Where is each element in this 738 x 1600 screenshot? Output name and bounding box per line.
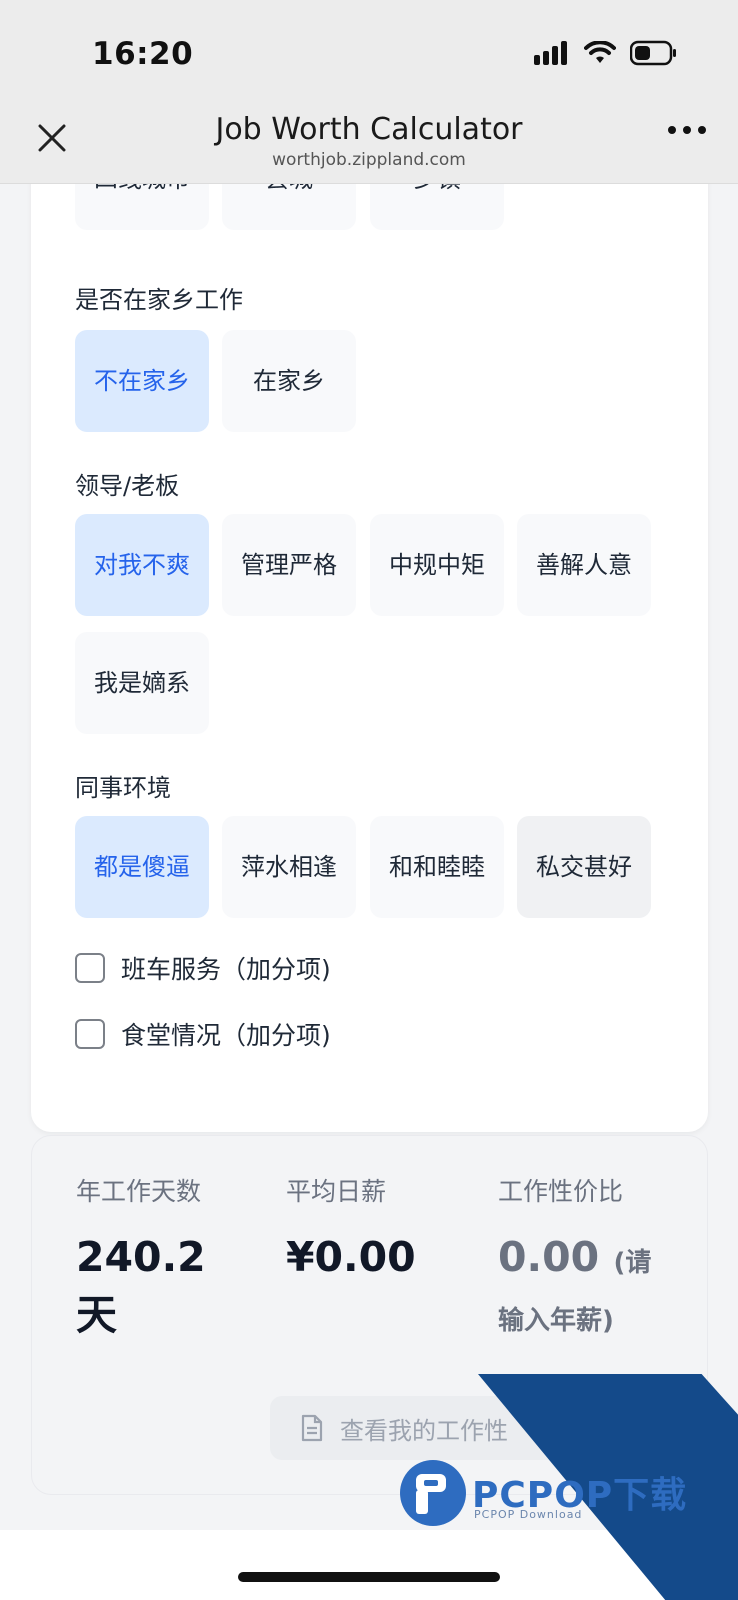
option-colleagues-close-friends[interactable]: 私交甚好 (517, 816, 651, 918)
canteen-checkbox[interactable] (75, 1019, 105, 1049)
option-colleagues-1[interactable]: 都是傻逼 (75, 816, 209, 918)
canteen-checkbox-label: 食堂情况（加分项) (121, 1021, 331, 1050)
boss-label: 领导/老板 (75, 472, 180, 500)
option-boss-dislikes-me[interactable]: 对我不爽 (75, 514, 209, 616)
home-indicator[interactable] (238, 1572, 500, 1582)
more-options-button[interactable] (668, 126, 706, 134)
battery-icon (630, 40, 676, 66)
work-days-metric: 年工作天数 240.2 天 (76, 1172, 206, 1344)
option-boss-insider[interactable]: 我是嫡系 (75, 632, 209, 734)
daily-salary-value: ¥0.00 (286, 1233, 416, 1281)
status-icons (534, 40, 678, 66)
status-time: 16:20 (92, 36, 194, 72)
page-title: Job Worth Calculator (215, 112, 523, 147)
browser-header: 16:20 Job Worth Calculator worthjob.zipp… (0, 0, 738, 184)
signal-icon (534, 41, 567, 65)
value-ratio-note: (请 (613, 1248, 652, 1278)
options-card: 四线城市 县城 乡镇 是否在家乡工作 不在家乡 在家乡 领导/老板 对我不爽 管… (31, 128, 708, 1132)
shuttle-checkbox-row[interactable]: 班车服务（加分项) (75, 950, 331, 986)
work-days-label: 年工作天数 (76, 1177, 202, 1206)
view-report-label: 查看我的工作性 (340, 1416, 508, 1445)
value-ratio-note-2: 输入年薪) (498, 1306, 614, 1336)
option-colleagues-strangers[interactable]: 萍水相逢 (222, 816, 356, 918)
document-icon (301, 1414, 323, 1442)
value-ratio-label: 工作性价比 (498, 1177, 624, 1206)
shuttle-checkbox[interactable] (75, 953, 105, 983)
more-dot-icon (698, 126, 706, 134)
shuttle-checkbox-label: 班车服务（加分项) (121, 955, 331, 984)
option-hometown[interactable]: 在家乡 (222, 330, 356, 432)
watermark-subtitle: PCPOP Download (474, 1508, 583, 1521)
hometown-label: 是否在家乡工作 (75, 286, 243, 314)
page-url: worthjob.zippland.com (272, 150, 466, 170)
value-ratio-metric: 工作性价比 0.00 (请 输入年薪) (498, 1172, 651, 1350)
canteen-checkbox-row[interactable]: 食堂情况（加分项) (75, 1016, 331, 1052)
work-days-value: 240.2 (76, 1233, 206, 1281)
screen: 16:20 Job Worth Calculator worthjob.zipp… (0, 0, 738, 1600)
option-boss-average[interactable]: 中规中矩 (370, 514, 504, 616)
more-dot-icon (668, 126, 676, 134)
option-boss-understanding[interactable]: 善解人意 (517, 514, 651, 616)
option-not-hometown[interactable]: 不在家乡 (75, 330, 209, 432)
pcpop-logo-icon (400, 1460, 466, 1526)
daily-salary-metric: 平均日薪 ¥0.00 (286, 1172, 416, 1286)
colleagues-label: 同事环境 (75, 774, 171, 802)
value-ratio-value: 0.00 (498, 1233, 600, 1281)
work-days-unit: 天 (76, 1291, 117, 1339)
daily-salary-label: 平均日薪 (286, 1177, 387, 1206)
wifi-icon (584, 41, 616, 63)
option-boss-strict[interactable]: 管理严格 (222, 514, 356, 616)
option-colleagues-harmonious[interactable]: 和和睦睦 (370, 816, 504, 918)
more-dot-icon (683, 126, 691, 134)
